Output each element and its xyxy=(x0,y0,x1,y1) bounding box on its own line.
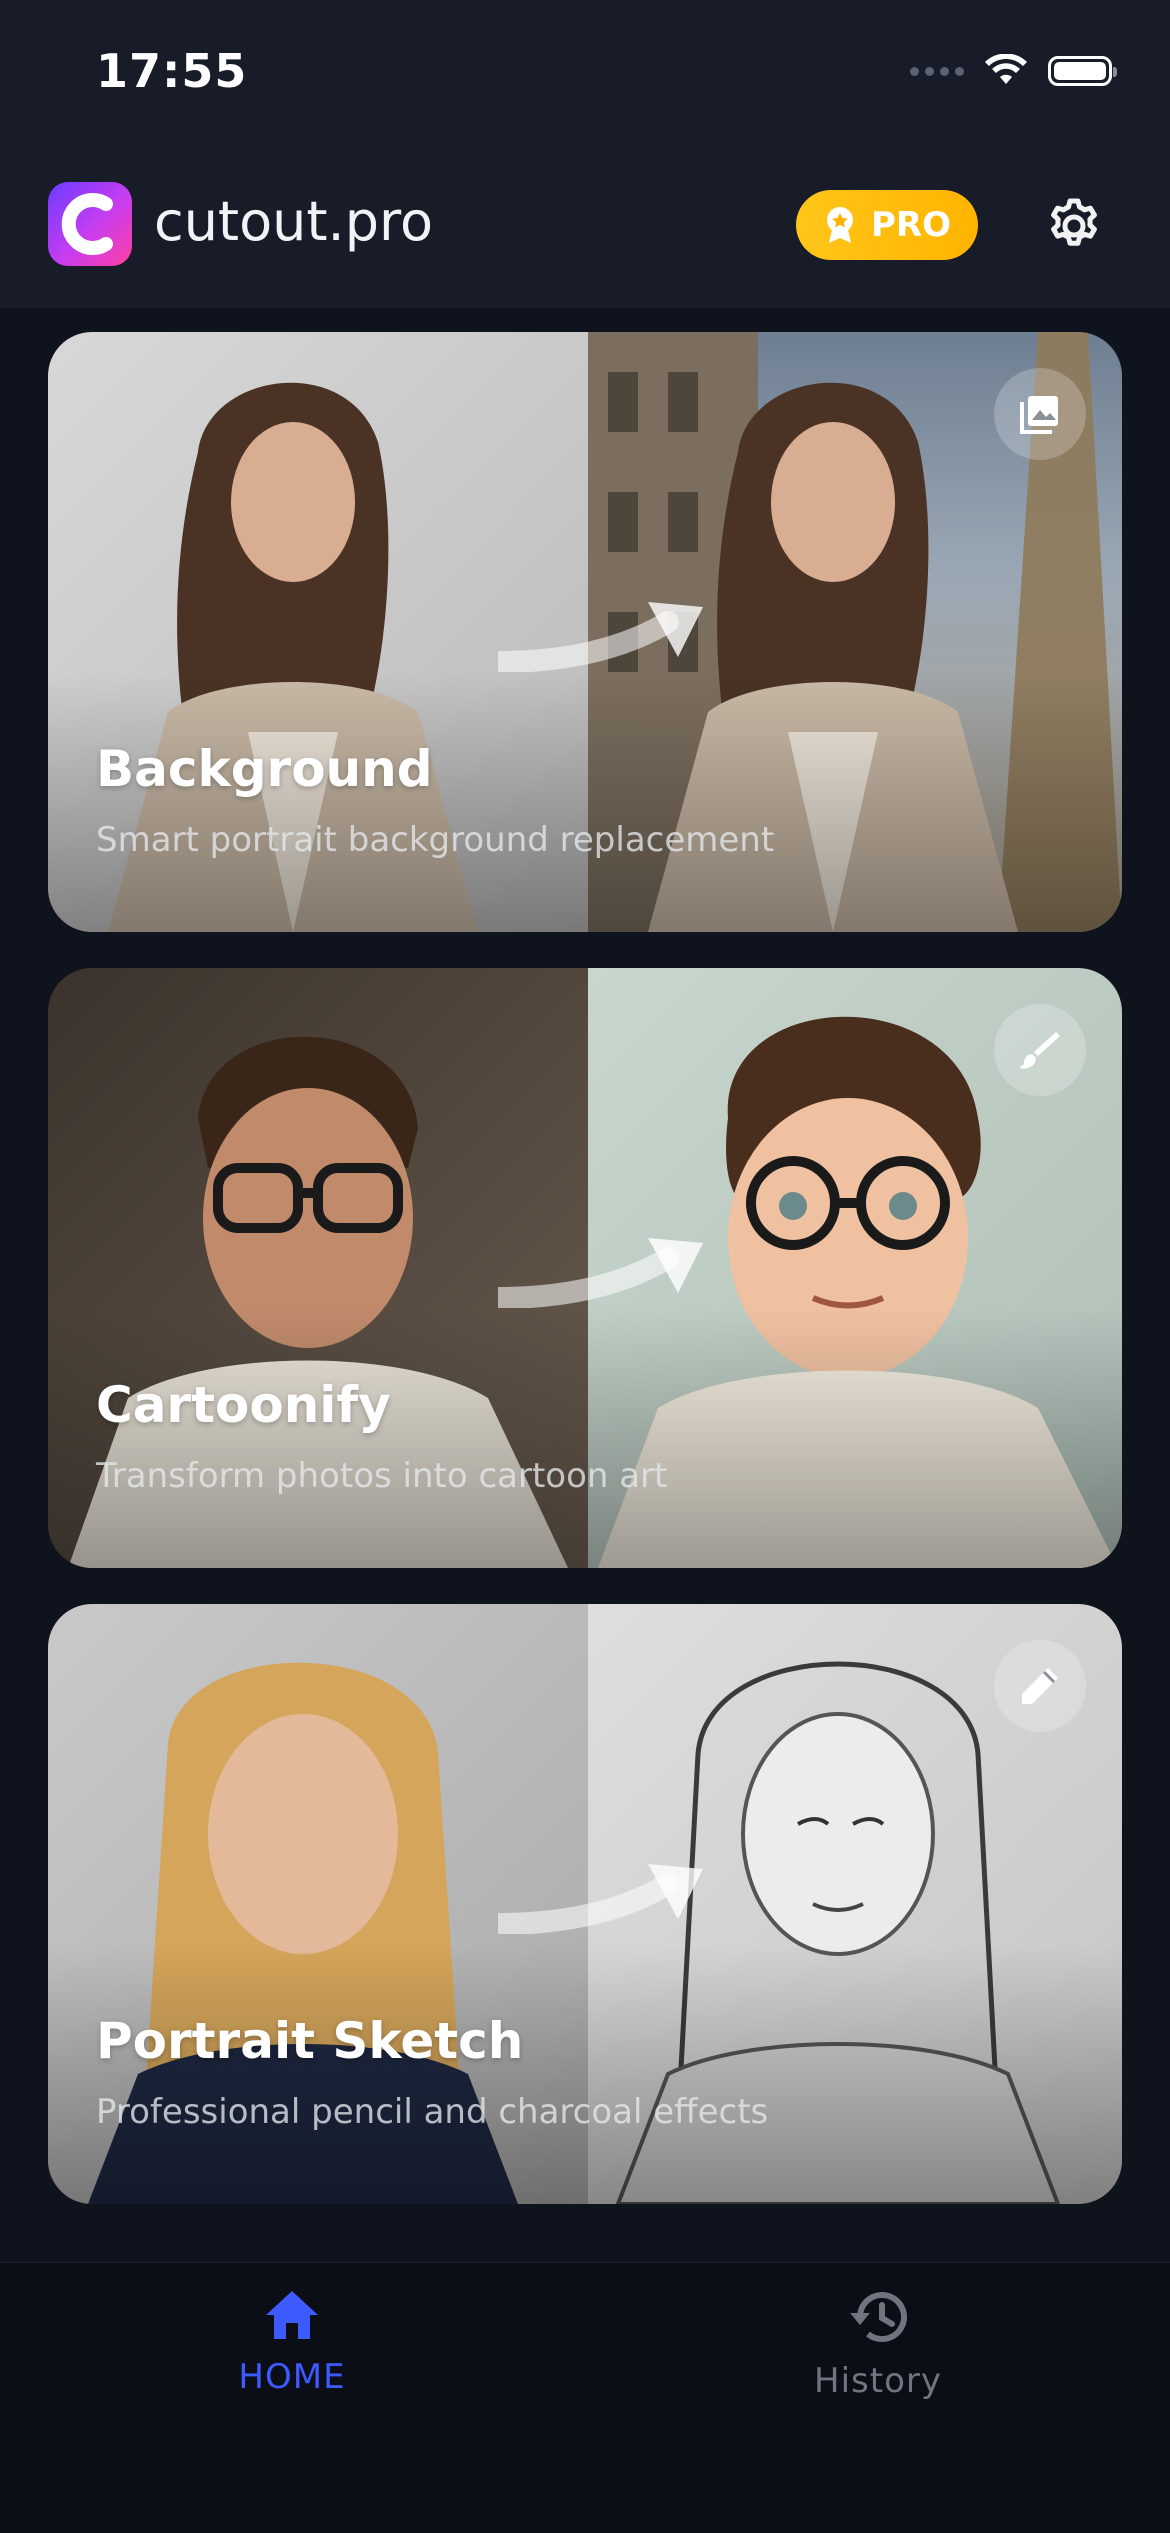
image-icon[interactable] xyxy=(994,368,1086,460)
card-subtitle: Professional pencil and charcoal effects xyxy=(96,2092,769,2132)
pencil-icon[interactable] xyxy=(994,1640,1086,1732)
app-name: cutout.pro xyxy=(154,190,434,253)
card-title: Background xyxy=(96,740,433,798)
bottom-navigation: HOME History xyxy=(0,2262,1170,2533)
history-icon xyxy=(850,2292,907,2343)
feature-card-cartoonify[interactable]: Cartoonify Transform photos into cartoon… xyxy=(48,968,1122,1568)
feature-card-background[interactable]: Background Smart portrait background rep… xyxy=(48,332,1122,932)
transform-arrow-icon xyxy=(498,602,703,672)
battery-icon xyxy=(1048,56,1117,86)
nav-item-history[interactable]: History xyxy=(728,2287,1028,2401)
status-time: 17:55 xyxy=(96,44,248,98)
nav-label-home: HOME xyxy=(238,2357,346,2397)
cutout-logo-icon xyxy=(48,182,132,266)
app-header: 17:55 cutout.pro PRO xyxy=(0,0,1170,308)
award-badge-icon xyxy=(826,207,853,243)
feature-card-portrait-sketch[interactable]: Portrait Sketch Professional pencil and … xyxy=(48,1604,1122,2204)
gear-icon[interactable] xyxy=(1044,196,1104,256)
card-title: Portrait Sketch xyxy=(96,2012,524,2070)
cellular-signal-icon xyxy=(910,66,964,76)
transform-arrow-icon xyxy=(498,1864,703,1934)
brush-icon[interactable] xyxy=(994,1004,1086,1096)
card-subtitle: Smart portrait background replacement xyxy=(96,820,775,860)
card-title: Cartoonify xyxy=(96,1376,391,1434)
card-subtitle: Transform photos into cartoon art xyxy=(96,1456,668,1496)
nav-item-home[interactable]: HOME xyxy=(142,2287,442,2397)
status-icons xyxy=(910,54,1117,88)
home-icon xyxy=(266,2291,318,2339)
wifi-icon xyxy=(985,54,1027,84)
pro-button[interactable]: PRO xyxy=(796,190,978,260)
pro-label: PRO xyxy=(870,205,951,245)
nav-label-history: History xyxy=(814,2361,942,2401)
transform-arrow-icon xyxy=(498,1238,703,1308)
